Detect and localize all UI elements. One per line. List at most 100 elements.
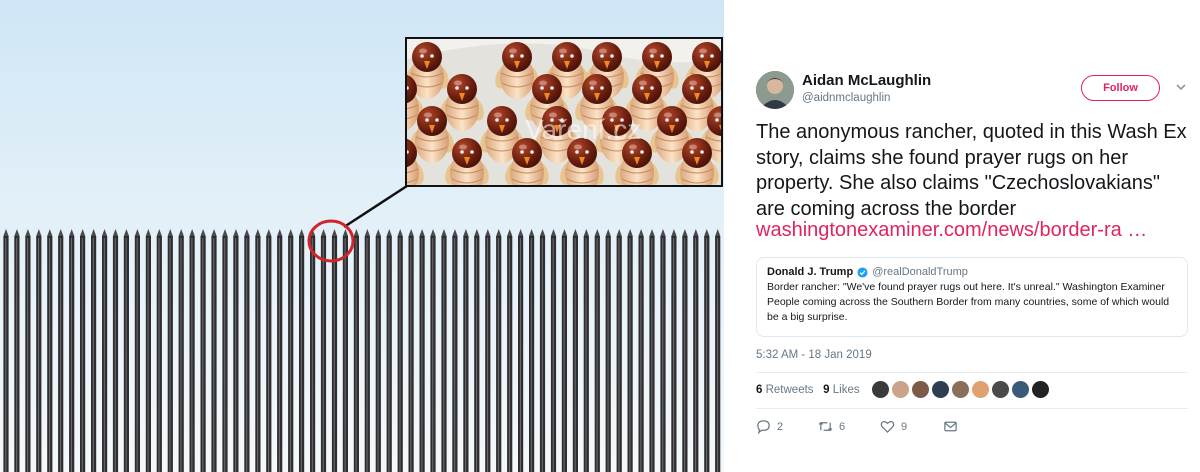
fence-bar-highlight xyxy=(596,238,598,472)
fence-bar-highlight xyxy=(70,238,72,472)
fence-bar-highlight xyxy=(300,238,302,472)
retweet-action[interactable]: 6 xyxy=(818,419,845,434)
fence-bar-highlight xyxy=(333,238,335,472)
fence-bar-tip xyxy=(266,229,272,236)
fence-bar-tip xyxy=(386,229,392,236)
fence-bar-tip xyxy=(518,229,524,236)
fence-bar-highlight xyxy=(92,238,94,472)
fence-bar-highlight xyxy=(268,238,270,472)
fence-bar-highlight xyxy=(169,238,171,472)
tweet-timestamp[interactable]: 5:32 AM - 18 Jan 2019 xyxy=(756,349,872,361)
author-display-name[interactable]: Aidan McLaughlin xyxy=(802,72,931,89)
fence-bar-highlight xyxy=(574,238,576,472)
retweets-stat-label: Retweets xyxy=(765,384,814,396)
quoted-tweet[interactable]: Donald J. Trump @realDonaldTrump Border … xyxy=(756,257,1188,337)
liker-avatar[interactable] xyxy=(1032,381,1049,398)
callout-connector xyxy=(343,182,411,229)
fence-bar-tip xyxy=(156,229,162,236)
fence-bar-highlight xyxy=(49,238,51,472)
direct-message-action[interactable] xyxy=(943,419,958,434)
fence-bar-tip xyxy=(14,229,20,236)
tweet-text: The anonymous rancher, quoted in this Wa… xyxy=(756,121,1187,220)
likes-stat-count: 9 xyxy=(823,384,830,396)
retweet-count: 6 xyxy=(839,420,846,433)
retweets-stat-count: 6 xyxy=(756,384,763,396)
divider xyxy=(756,408,1188,409)
fence-bar-highlight xyxy=(377,238,379,472)
fence-bar-highlight xyxy=(443,238,445,472)
likes-stat-label: Likes xyxy=(832,384,860,396)
fence-bar-tip xyxy=(649,229,655,236)
liker-avatar[interactable] xyxy=(872,381,889,398)
fence-bar-tip xyxy=(474,229,480,236)
fence-bar-tip xyxy=(123,229,130,236)
fence-bar-tip xyxy=(671,229,677,236)
fence-bar-highlight xyxy=(246,238,248,472)
like-action[interactable]: 9 xyxy=(880,419,907,434)
fence-bar-tip xyxy=(244,229,250,236)
fence-bar-tip xyxy=(375,229,381,236)
fence-bar-highlight xyxy=(355,238,357,472)
liker-avatar[interactable] xyxy=(972,381,989,398)
liker-avatar[interactable] xyxy=(952,381,969,398)
fence-bar-highlight xyxy=(717,238,719,472)
fence-bar-highlight xyxy=(213,238,215,472)
fence-bar-highlight xyxy=(508,238,510,472)
zoomed-inset-photo: Vaření.cz xyxy=(405,37,723,187)
fence-bar-tip xyxy=(47,229,53,236)
reply-action[interactable]: 2 xyxy=(756,419,783,434)
likes-stat[interactable]: 9 Likes xyxy=(823,384,859,396)
fence-bar-tip xyxy=(25,229,31,236)
quoted-author-handle: @realDonaldTrump xyxy=(872,266,968,278)
liker-avatar[interactable] xyxy=(1012,381,1029,398)
fence-bar-highlight xyxy=(465,238,467,472)
fence-bar-highlight xyxy=(541,238,543,472)
fence-bar-highlight xyxy=(673,238,675,472)
chevron-down-icon[interactable] xyxy=(1175,81,1187,93)
fence-bar-highlight xyxy=(476,238,478,472)
fence-bar-highlight xyxy=(629,238,631,472)
fence-bar-highlight xyxy=(38,238,40,472)
retweets-stat[interactable]: 6 Retweets xyxy=(756,384,814,396)
fence-bar-highlight xyxy=(662,238,664,472)
fence-bar-tip xyxy=(550,229,557,236)
fence-bar-highlight xyxy=(706,238,708,472)
fence-bar-tip xyxy=(58,229,64,236)
follow-button[interactable]: Follow xyxy=(1081,75,1160,101)
fence-bar-highlight xyxy=(585,238,587,472)
fence-bar-tip xyxy=(101,229,108,236)
fence-bar-highlight xyxy=(399,238,401,472)
fence-bar-tip xyxy=(441,229,447,236)
liker-avatar[interactable] xyxy=(892,381,909,398)
fence-bar-highlight xyxy=(454,238,456,472)
fence-bar-tip xyxy=(200,229,206,236)
retweet-icon xyxy=(818,421,833,432)
watermark: Vaření.cz xyxy=(525,114,641,145)
fence-bar-tip xyxy=(145,229,151,236)
fence-bar-tip xyxy=(69,229,75,236)
fence-bar-tip xyxy=(594,229,600,236)
fence-bar-highlight xyxy=(125,238,127,472)
fence-bar-highlight xyxy=(552,238,554,472)
fence-bar-tip xyxy=(715,229,721,236)
fence-bar-highlight xyxy=(487,238,489,472)
fence-bar-tip xyxy=(616,229,622,236)
fence-bar-highlight xyxy=(530,238,532,472)
author-handle[interactable]: @aidnmclaughlin xyxy=(802,92,890,104)
liker-avatar[interactable] xyxy=(932,381,949,398)
quoted-author-name: Donald J. Trump xyxy=(767,266,854,278)
fence-bar-tip xyxy=(627,229,633,236)
tweet-link[interactable]: washingtonexaminer.com/news/border-ra … xyxy=(756,219,1147,242)
fence-bar-tip xyxy=(485,229,491,236)
liker-avatar[interactable] xyxy=(912,381,929,398)
fence-bar-highlight xyxy=(410,238,412,472)
fence-bar-highlight xyxy=(432,238,434,472)
liker-avatar[interactable] xyxy=(992,381,1009,398)
fence-bar-tip xyxy=(134,229,140,236)
fence-bar-highlight xyxy=(695,238,697,472)
fence-bar-tip xyxy=(255,229,261,236)
reply-count: 2 xyxy=(777,420,784,433)
fence-bar-tip xyxy=(80,229,86,236)
author-avatar[interactable] xyxy=(756,71,794,109)
fence-bar-highlight xyxy=(235,238,237,472)
